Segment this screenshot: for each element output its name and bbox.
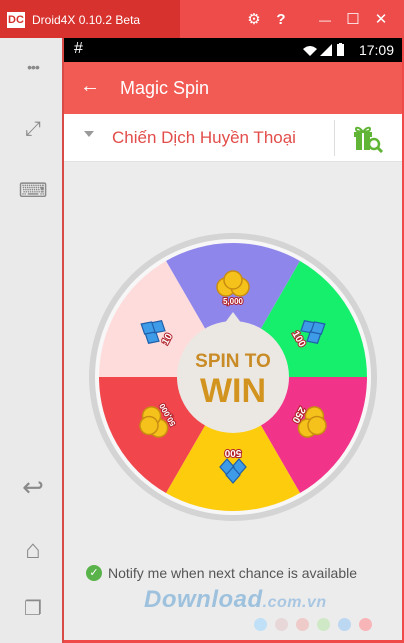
watermark-dots [254, 618, 380, 636]
status-time: 17:09 [358, 42, 394, 58]
watermark-dot [359, 618, 372, 631]
prize-value-label: 500 [224, 447, 241, 458]
droid4x-logo: DC [7, 12, 25, 28]
page-title: Magic Spin [120, 78, 210, 98]
watermark-dot [317, 618, 330, 631]
gift-search-icon[interactable] [351, 123, 383, 153]
campaign-selector[interactable]: Chiến Dịch Huyền Thoại [64, 114, 402, 162]
win-label: WIN [200, 372, 266, 410]
divider [334, 120, 335, 156]
watermark-suffix: .com.vn [262, 594, 327, 611]
campaign-name: Chiến Dịch Huyền Thoại [112, 128, 296, 147]
watermark-dot [254, 618, 267, 631]
emulator-title: Droid4X 0.10.2 Beta [32, 13, 141, 27]
watermark-dot [338, 618, 351, 631]
emulator-titlebar: DC Droid4X 0.10.2 Beta ⚙ ? — ☐ ✕ [0, 0, 404, 38]
more-options-icon[interactable]: ••• [18, 52, 48, 82]
minimize-button[interactable]: — [314, 9, 336, 31]
checkmark-icon[interactable]: ✓ [86, 565, 102, 581]
maximize-icon: ☐ [346, 11, 360, 28]
recent-apps-icon[interactable]: ❐ [18, 594, 48, 624]
fullscreen-icon[interactable]: ⤢ [18, 114, 48, 144]
gear-icon: ⚙ [247, 11, 261, 28]
watermark-text: Download [144, 586, 263, 613]
android-screen: # 17:09 ← Magic Spin Chiến Dịch Huyền Th… [64, 38, 402, 640]
spin-to-label: SPIN TO [195, 351, 271, 372]
back-nav-icon[interactable]: ↩ [18, 472, 48, 502]
settings-gear-button[interactable]: ⚙ [243, 9, 265, 31]
watermark: Download.com.vn [144, 586, 327, 614]
home-icon[interactable]: ⌂ [18, 534, 48, 564]
emulator-sidebar: ••• ⤢ ⌨ ↩ ⌂ ❐ [0, 38, 64, 643]
help-button[interactable]: ? [270, 9, 292, 31]
watermark-dot [275, 618, 288, 631]
dropdown-caret-icon [84, 131, 94, 137]
maximize-button[interactable]: ☐ [342, 9, 364, 31]
close-button[interactable]: ✕ [370, 9, 392, 31]
wifi-signal-battery-icon [303, 43, 344, 56]
notify-checkbox-row[interactable]: ✓ Notify me when next chance is availabl… [86, 564, 386, 584]
notification-hash-icon: # [74, 40, 83, 57]
notify-label: Notify me when next chance is available [108, 565, 358, 581]
app-toolbar: ← Magic Spin [64, 62, 402, 114]
close-icon: ✕ [374, 11, 388, 28]
back-arrow-icon[interactable]: ← [80, 75, 100, 98]
prize-value-label: 5,000 [223, 297, 244, 306]
emulator-title-area: DC Droid4X 0.10.2 Beta [0, 0, 180, 38]
spin-wheel[interactable]: 5,00010025050050,00010 SPIN TO WIN [88, 232, 378, 522]
status-icons [302, 43, 346, 62]
watermark-dot [296, 618, 309, 631]
keyboard-icon[interactable]: ⌨ [18, 176, 48, 206]
minimize-icon: — [319, 13, 331, 27]
help-icon: ? [276, 11, 286, 28]
status-bar: # 17:09 [64, 38, 402, 62]
